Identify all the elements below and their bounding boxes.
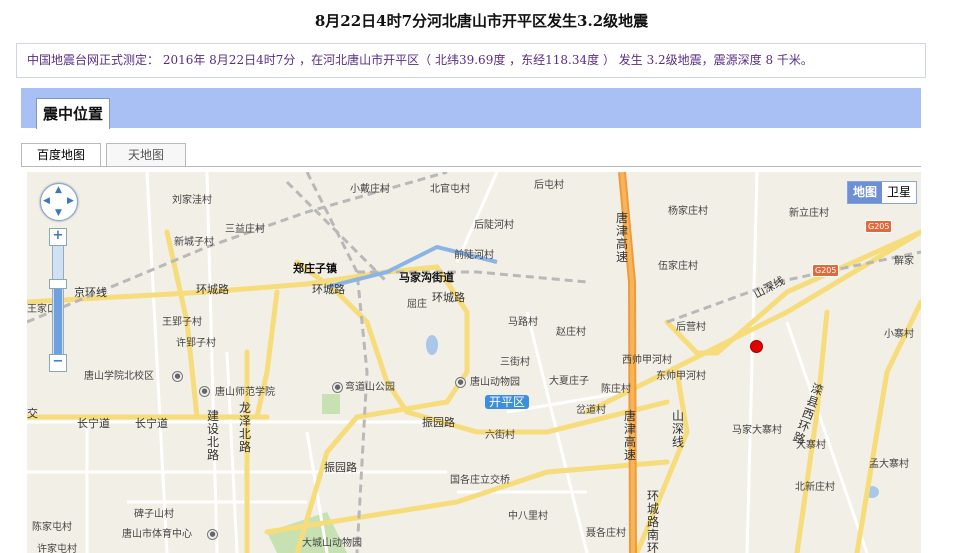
- place-label: 许家屯村: [37, 544, 77, 553]
- place-label: 赵庄村: [556, 327, 586, 338]
- district-label: 开平区: [485, 395, 530, 409]
- page-title: 8月22日4时7分河北唐山市开平区发生3.2级地震: [314, 12, 649, 30]
- place-label: 北官屯村: [430, 184, 470, 195]
- tab-baidu-map[interactable]: 百度地图: [21, 143, 101, 166]
- road-label: 环城路: [312, 283, 345, 296]
- place-label: 后营村: [676, 322, 706, 333]
- pan-up-icon[interactable]: ▲: [55, 185, 62, 195]
- tab-divider: [21, 166, 921, 167]
- zoom-handle[interactable]: [49, 279, 67, 289]
- place-label: 陈家屯村: [32, 522, 72, 533]
- pan-down-icon[interactable]: ▼: [55, 208, 62, 218]
- road-label: 龙泽北路: [239, 401, 252, 454]
- place-label: 唐山师范学院: [215, 387, 275, 398]
- park-area: [322, 394, 340, 414]
- pond: [426, 335, 438, 355]
- place-label: 屈庄: [407, 299, 427, 310]
- road-label: 山深线: [672, 409, 685, 449]
- section-banner: 震中位置: [21, 88, 921, 129]
- poi-icon: ●: [199, 386, 210, 397]
- road-label: 环城路: [432, 291, 465, 304]
- road-label: 环城路: [196, 283, 229, 296]
- place-label: 大城山动物园: [302, 538, 362, 549]
- road-label: 长宁道: [135, 417, 168, 430]
- place-label: 陈庄村: [601, 384, 631, 395]
- place-label: 唐山市体育中心: [122, 529, 192, 540]
- place-label: 杨家庄村: [668, 206, 708, 217]
- place-label: 马家大寨村: [732, 425, 782, 436]
- place-label: 三街村: [500, 357, 530, 368]
- map-type-satellite[interactable]: 卫星: [881, 182, 916, 203]
- earthquake-info: 中国地震台网正式测定： 2016年 8月22日4时7分 ，在河北唐山市开平区（ …: [16, 43, 926, 78]
- place-label: 前陡河村: [454, 250, 494, 261]
- epicenter-marker[interactable]: [750, 340, 763, 353]
- place-label: 东帅甲河村: [656, 371, 706, 382]
- place-label: 伍家庄村: [658, 261, 698, 272]
- place-label: 后陡河村: [474, 220, 514, 231]
- place-label: 唐山学院北校区: [84, 371, 154, 382]
- road-label: 振园路: [324, 461, 357, 474]
- map-type-toggle: 地图 卫星: [846, 181, 917, 204]
- poi-icon: ●: [455, 377, 466, 388]
- poi-icon: ●: [207, 529, 218, 540]
- place-label: 马路村: [508, 317, 538, 328]
- place-label: 大夏庄子: [549, 376, 589, 387]
- place-label: 许郢子村: [176, 338, 216, 349]
- road-label: 环城路南环: [647, 489, 660, 553]
- road-label: 交: [27, 407, 38, 420]
- place-label: 六街村: [485, 430, 515, 441]
- tab-tianditu[interactable]: 天地图: [106, 143, 186, 166]
- zoom-slider[interactable]: [52, 244, 64, 371]
- road-label: 唐津高速: [624, 409, 637, 462]
- zoom-out-button[interactable]: −: [49, 354, 67, 372]
- road-label: 建设北路: [207, 409, 220, 462]
- place-label: 三益庄村: [225, 224, 265, 235]
- place-label: 孟大寨村: [869, 459, 909, 470]
- section-tab-epicenter[interactable]: 震中位置: [36, 98, 111, 129]
- road-label: 京环线: [74, 286, 107, 299]
- place-label: 新城子村: [174, 237, 214, 248]
- place-label: 岔道村: [576, 405, 606, 416]
- pan-right-icon[interactable]: ▶: [67, 196, 74, 206]
- town-label: 马家沟街道: [399, 271, 454, 284]
- place-label: 后屯村: [534, 180, 564, 191]
- pan-left-icon[interactable]: ◀: [43, 196, 50, 206]
- zoom-in-button[interactable]: +: [49, 228, 67, 246]
- place-label: 刘家洼村: [172, 195, 212, 206]
- road-label: 长宁道: [77, 417, 110, 430]
- place-label: 新立庄村: [789, 208, 829, 219]
- place-label: 唐山动物园: [470, 377, 520, 388]
- place-label: 碑子山村: [134, 509, 174, 520]
- place-label: 解家: [894, 256, 914, 267]
- map-view[interactable]: 小戴庄村 北官屯村 后屯村 刘家洼村 三益庄村 后陡河村 杨家庄村 新立庄村 新…: [27, 172, 921, 553]
- place-label: 中八里村: [508, 511, 548, 522]
- road-label: 唐津高速: [616, 211, 629, 264]
- poi-icon: ●: [332, 382, 343, 393]
- highway-shield: G205: [812, 264, 840, 277]
- place-label: 聂各庄村: [586, 528, 626, 539]
- highway-shield: G205: [865, 220, 893, 233]
- place-label: 小寨村: [884, 329, 914, 340]
- place-label: 小戴庄村: [350, 184, 390, 195]
- road-label: 振园路: [422, 416, 455, 429]
- town-label: 郑庄子镇: [293, 262, 337, 275]
- map-type-map[interactable]: 地图: [847, 182, 882, 203]
- place-label: 王郢子村: [162, 317, 202, 328]
- pan-control[interactable]: ▲ ▼ ◀ ▶: [40, 183, 78, 221]
- place-label: 国各庄立交桥: [450, 475, 510, 486]
- place-label: 弯道山公园: [345, 382, 395, 393]
- place-label: 西帅甲河村: [622, 355, 672, 366]
- poi-icon: ●: [172, 371, 183, 382]
- place-label: 北新庄村: [795, 482, 835, 493]
